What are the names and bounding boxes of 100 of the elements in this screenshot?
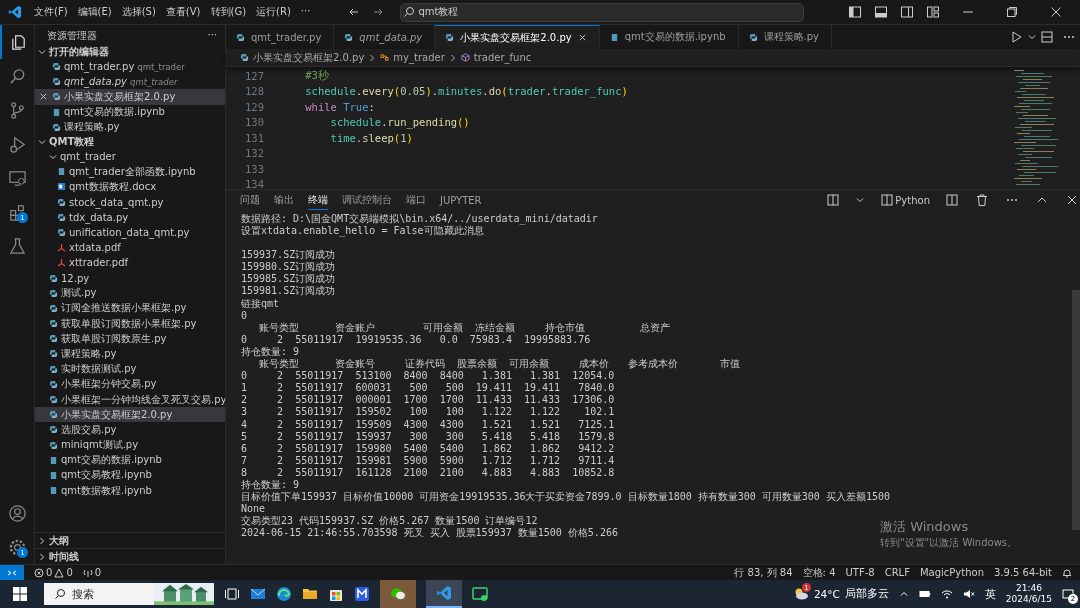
status-item[interactable]: CRLF (884, 567, 910, 578)
mail-icon[interactable] (250, 586, 266, 602)
menu-item[interactable]: ··· (300, 5, 311, 19)
file-item[interactable]: 获取单股订阅数原生.py (35, 331, 225, 347)
split-layout-icon[interactable] (900, 5, 914, 19)
terminal-selector[interactable]: Python (879, 193, 930, 207)
open-editor-item[interactable]: qmt交易的数据.ipynb (35, 104, 225, 120)
back-arrow-icon[interactable] (348, 6, 361, 18)
file-item[interactable]: 12.py (35, 270, 225, 286)
search-icon[interactable] (7, 66, 27, 86)
taskbar-search-field[interactable]: 搜索 (44, 583, 214, 605)
file-item[interactable]: 获取单股订阅数据小果框架.py (35, 316, 225, 332)
chevron-down-icon[interactable] (1028, 33, 1036, 41)
panel-tab[interactable]: 终端 (308, 190, 328, 210)
forward-arrow-icon[interactable] (372, 6, 385, 18)
wifi-icon[interactable] (940, 588, 953, 600)
open-editor-item[interactable]: qmt_trader.py qmt_trader (35, 59, 225, 75)
testing-flask-icon[interactable] (7, 236, 27, 256)
toggle-panel-icon[interactable] (874, 5, 888, 19)
task-view-icon[interactable] (224, 586, 240, 602)
close-icon[interactable] (577, 33, 587, 42)
code-editor-button[interactable] (426, 580, 462, 608)
menu-item[interactable]: 文件(F) (34, 5, 68, 19)
menu-item[interactable]: 查看(V) (165, 5, 201, 19)
trash-icon[interactable] (975, 193, 989, 207)
file-item[interactable]: stock_data_qmt.py (35, 194, 225, 210)
chevron-up-icon[interactable] (898, 589, 909, 599)
file-item[interactable]: qmt交易的数据.ipynb (35, 452, 225, 468)
split-icon[interactable] (945, 193, 959, 207)
file-item[interactable]: 实时数据测试.py (35, 361, 225, 377)
split-terminal-icon[interactable] (826, 193, 841, 207)
section-header[interactable]: QMT教程 (35, 134, 225, 149)
menu-item[interactable]: 转到(G) (210, 5, 247, 19)
clock[interactable]: 21:46 2024/6/15 (1005, 583, 1052, 605)
file-item[interactable]: 选股交易.py (35, 422, 225, 438)
panel-tab[interactable]: 端口 (406, 191, 426, 209)
breadcrumb-item[interactable]: my_trader (393, 52, 445, 63)
chevron-down-icon[interactable] (856, 196, 865, 204)
split-editor-icon[interactable] (1040, 30, 1054, 44)
file-item[interactable]: 小果实盘交易框架2.0.py (35, 407, 225, 423)
section-header[interactable]: 打开的编辑器 (35, 45, 225, 59)
open-editor-item[interactable]: 课程策略.py (35, 119, 225, 135)
terminal-app-icon[interactable] (472, 586, 488, 602)
editor-tab[interactable]: qmt_trader.py (226, 25, 335, 49)
chat-app-button[interactable] (380, 580, 416, 608)
file-item[interactable]: tdx_data.py (35, 209, 225, 225)
file-item[interactable]: xtdata.pdf (35, 240, 225, 256)
file-item[interactable]: xttrader.pdf (35, 255, 225, 271)
run-icon[interactable] (1010, 30, 1024, 44)
open-editor-item[interactable]: qmt_data.py qmt_trader (35, 74, 225, 90)
scrollbar-thumb[interactable] (1072, 290, 1080, 530)
customize-layout-icon[interactable] (926, 5, 940, 19)
open-editor-item[interactable]: 小果实盘交易框架2.0.py (35, 89, 225, 105)
file-item[interactable]: qmt交易教程.ipynb (35, 467, 225, 484)
status-item[interactable]: MagicPython (919, 567, 984, 578)
extensions-icon[interactable] (7, 202, 27, 222)
speaker-icon[interactable] (962, 588, 975, 600)
file-item[interactable]: qmt_trader全部函数.ipynb (35, 164, 225, 180)
menu-item[interactable]: 运行(R) (256, 5, 291, 19)
ports-button[interactable]: 0 (82, 567, 102, 578)
close-icon[interactable] (1065, 193, 1079, 207)
panel-tab[interactable]: 输出 (274, 191, 294, 209)
panel-tab[interactable]: JUPYTER (440, 192, 482, 208)
account-icon[interactable] (7, 503, 27, 523)
file-item[interactable]: 课程策略.py (35, 346, 225, 362)
close-icon[interactable] (39, 92, 48, 102)
status-item[interactable]: 3.9.5 64-bit (994, 567, 1052, 578)
editor-tab[interactable]: 小果实盘交易框架2.0.py (435, 25, 600, 49)
close-icon[interactable] (1050, 6, 1062, 18)
menu-item[interactable]: 选择(S) (121, 5, 156, 19)
folder-item[interactable]: qmt_trader (35, 148, 225, 165)
app-tile-icon[interactable] (354, 586, 370, 602)
problems-button[interactable]: 0 0 (34, 567, 73, 578)
status-item[interactable]: UTF-8 (845, 567, 875, 578)
file-item[interactable]: 小果框架分钟交易.py (35, 376, 225, 392)
panel-tab[interactable]: 调试控制台 (342, 191, 392, 209)
menu-item[interactable]: 编辑(E) (77, 5, 112, 19)
status-item[interactable]: 行 83, 列 84 (734, 565, 793, 580)
bell-icon[interactable] (1062, 567, 1072, 578)
status-item[interactable]: 空格: 4 (802, 565, 836, 580)
run-debug-icon[interactable] (7, 134, 27, 154)
browser-icon[interactable] (276, 586, 292, 602)
remote-explorer-icon[interactable] (7, 168, 27, 188)
settings-icon[interactable] (7, 537, 27, 557)
input-method-button[interactable]: 英 (984, 586, 996, 602)
battery-icon[interactable] (918, 588, 931, 600)
file-item[interactable]: unification_data_qmt.py (35, 224, 225, 241)
breadcrumb-item[interactable]: 小果实盘交易框架2.0.py (253, 50, 365, 65)
panel-tab[interactable]: 问题 (240, 191, 260, 209)
command-center-field[interactable]: qmt教程 (400, 2, 805, 22)
folder-icon[interactable] (302, 586, 318, 602)
remote-button[interactable] (0, 565, 24, 580)
file-item[interactable]: qmt数据教程.docx (35, 179, 225, 195)
more-actions-button[interactable]: ··· (207, 29, 217, 43)
file-item[interactable]: miniqmt测试.py (35, 437, 225, 453)
breadcrumb-item[interactable]: trader_func (473, 52, 532, 63)
toggle-sidebar-icon[interactable] (848, 5, 862, 19)
restore-icon[interactable] (1006, 6, 1018, 18)
file-item[interactable]: qmt数据教程.ipynb (35, 483, 225, 499)
section-header[interactable]: 大纲 (35, 532, 225, 548)
